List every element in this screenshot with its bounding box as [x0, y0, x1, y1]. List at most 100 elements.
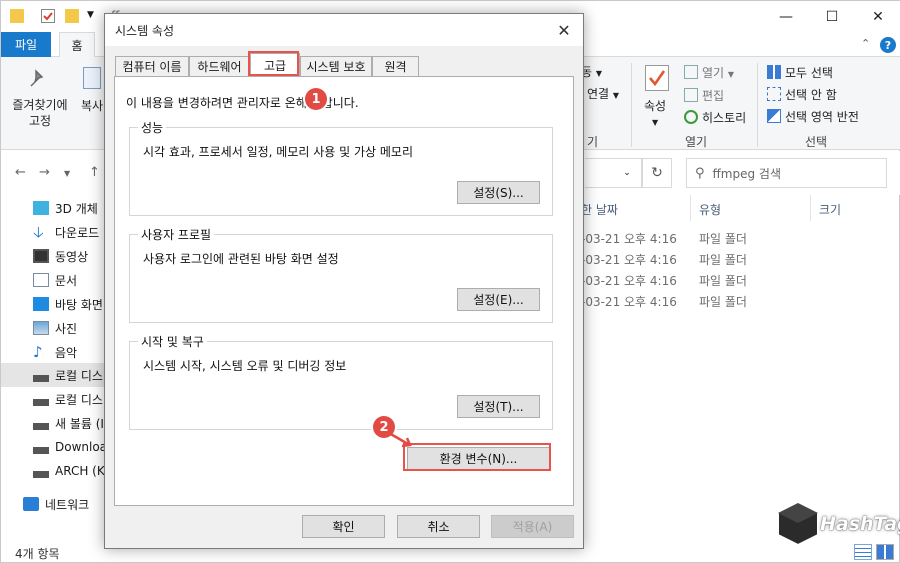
- column-header-size[interactable]: 크기: [819, 201, 841, 218]
- hashtag-watermark: HashTag: [776, 497, 900, 549]
- step-2-arrow: [388, 431, 412, 448]
- search-input[interactable]: ⚲ ffmpeg 검색: [686, 158, 887, 188]
- desktop-icon: [33, 297, 49, 311]
- apply-button[interactable]: 적용(A): [491, 515, 574, 538]
- performance-settings-button[interactable]: 설정(S)...: [457, 181, 540, 204]
- file-row[interactable]: -03-21 오후 4:16 파일 폴더: [581, 290, 900, 311]
- new-folder-icon[interactable]: [65, 9, 79, 23]
- qat-dropdown-icon[interactable]: ▼: [87, 10, 94, 20]
- folder-icon: [10, 9, 24, 23]
- column-divider[interactable]: [810, 195, 811, 221]
- nav-item-local-disk-d[interactable]: 로컬 디스: [33, 387, 103, 411]
- properties-checkbox-icon[interactable]: [41, 9, 55, 23]
- tab-home[interactable]: 홈: [59, 32, 95, 58]
- refresh-button[interactable]: ↻: [642, 158, 672, 188]
- copy-button[interactable]: 복사: [81, 97, 103, 114]
- advanced-tab-highlight: [248, 51, 299, 76]
- ribbon-separator: [757, 63, 758, 147]
- tab-file[interactable]: 파일: [1, 32, 51, 57]
- picture-icon: [33, 321, 49, 335]
- nav-item-download-drive[interactable]: Download: [33, 435, 115, 459]
- ribbon-separator: [631, 63, 632, 147]
- close-button[interactable]: ✕: [855, 1, 900, 32]
- nav-item-arch-drive[interactable]: ARCH (K:: [33, 459, 109, 483]
- tab-system-protection[interactable]: 시스템 보호: [300, 56, 372, 76]
- select-all-button[interactable]: 모두 선택: [767, 64, 833, 81]
- recent-dropdown-icon[interactable]: ▼: [64, 169, 70, 178]
- maximize-button[interactable]: ☐: [809, 1, 855, 32]
- environment-variables-highlight: [403, 443, 551, 471]
- ribbon-collapse-icon[interactable]: ⌃: [861, 37, 870, 50]
- drive-icon: [33, 422, 49, 430]
- move-to-dropdown[interactable]: 동 ▼: [581, 63, 602, 80]
- nav-item-3d-objects[interactable]: 3D 개체: [33, 196, 98, 220]
- hashtag-logo-icon: [777, 501, 819, 547]
- music-icon: ♪: [33, 343, 43, 361]
- search-icon: ⚲: [695, 165, 705, 181]
- nav-item-videos[interactable]: 동영상: [33, 244, 88, 268]
- address-dropdown[interactable]: ⌄: [585, 158, 642, 188]
- performance-group-title: 성능: [138, 119, 167, 136]
- file-row[interactable]: -03-21 오후 4:16 파일 폴더: [581, 269, 900, 290]
- startup-recovery-description: 시스템 시작, 시스템 오류 및 디버깅 정보: [143, 359, 347, 373]
- column-header-date[interactable]: 한 날짜: [581, 201, 618, 218]
- nav-item-documents[interactable]: 문서: [33, 268, 77, 292]
- select-none-button[interactable]: 선택 안 함: [767, 86, 837, 103]
- drive-icon: [33, 470, 49, 478]
- tab-hardware[interactable]: 하드웨어: [189, 56, 250, 76]
- invert-selection-icon: [767, 109, 781, 123]
- nav-item-network[interactable]: 네트워크: [23, 492, 89, 516]
- pin-icon: [29, 69, 49, 89]
- nav-item-pictures[interactable]: 사진: [33, 316, 77, 340]
- close-icon: ✕: [557, 20, 571, 40]
- cancel-button[interactable]: 취소: [397, 515, 480, 538]
- organize-group-label: 기: [587, 135, 599, 149]
- nav-item-downloads[interactable]: 🡣 다운로드: [33, 220, 99, 244]
- address-dropdown-icon: ⌄: [623, 168, 631, 178]
- ok-button[interactable]: 확인: [302, 515, 385, 538]
- invert-selection-button[interactable]: 선택 영역 반전: [767, 108, 859, 125]
- download-icon: 🡣: [33, 223, 44, 241]
- select-group-label: 선택: [805, 135, 828, 149]
- history-button[interactable]: 히스토리: [684, 109, 746, 126]
- tab-remote[interactable]: 원격: [372, 56, 419, 76]
- dialog-title: 시스템 속성: [115, 24, 175, 38]
- minimize-button[interactable]: —: [763, 1, 809, 32]
- pin-to-quick-access-button[interactable]: 즐겨찾기에 고정: [9, 97, 71, 129]
- nav-item-music[interactable]: ♪ 음악: [33, 340, 77, 364]
- open-icon: [684, 65, 698, 79]
- tab-computer-name[interactable]: 컴퓨터 이름: [115, 56, 189, 76]
- user-profiles-settings-button[interactable]: 설정(E)...: [457, 288, 540, 311]
- select-none-icon: [767, 87, 781, 101]
- column-divider[interactable]: [690, 195, 691, 221]
- watermark-text: HashTag: [820, 513, 900, 535]
- nav-item-desktop[interactable]: 바탕 화면: [33, 292, 103, 316]
- forward-arrow-icon[interactable]: →: [39, 165, 50, 180]
- user-profiles-group-title: 사용자 프로필: [138, 226, 215, 243]
- performance-group: 성능 시각 효과, 프로세서 일정, 메모리 사용 및 가상 메모리 설정(S)…: [129, 119, 553, 216]
- help-icon[interactable]: ?: [880, 37, 896, 53]
- step-1-badge: 1: [305, 88, 327, 110]
- column-header-type[interactable]: 유형: [699, 201, 721, 218]
- up-arrow-icon[interactable]: ↑: [89, 165, 100, 180]
- file-row[interactable]: -03-21 오후 4:16 파일 폴더: [581, 227, 900, 248]
- back-arrow-icon[interactable]: ←: [15, 165, 26, 180]
- copy-to-dropdown[interactable]: 연결 ▼: [587, 85, 619, 102]
- select-all-icon: [767, 65, 781, 79]
- drive-icon: [33, 398, 49, 406]
- startup-recovery-group-title: 시작 및 복구: [138, 333, 207, 350]
- startup-recovery-settings-button[interactable]: 설정(T)...: [457, 395, 540, 418]
- performance-description: 시각 효과, 프로세서 일정, 메모리 사용 및 가상 메모리: [143, 145, 413, 159]
- file-row[interactable]: -03-21 오후 4:16 파일 폴더: [581, 248, 900, 269]
- nav-item-local-disk-c[interactable]: 로컬 디스: [33, 363, 103, 387]
- user-profiles-description: 사용자 로그인에 관련된 바탕 화면 설정: [143, 252, 339, 266]
- properties-button[interactable]: 속성 ▼: [644, 97, 666, 128]
- copy-icon: [83, 67, 101, 89]
- open-dropdown[interactable]: 열기 ▼: [684, 64, 734, 81]
- video-icon: [33, 249, 49, 263]
- edit-button[interactable]: 편집: [684, 87, 724, 104]
- drive-icon: [33, 374, 49, 382]
- nav-item-new-volume[interactable]: 새 볼륨 (I: [33, 411, 104, 435]
- cube-icon: [33, 201, 49, 215]
- dialog-close-button[interactable]: ✕: [551, 17, 577, 43]
